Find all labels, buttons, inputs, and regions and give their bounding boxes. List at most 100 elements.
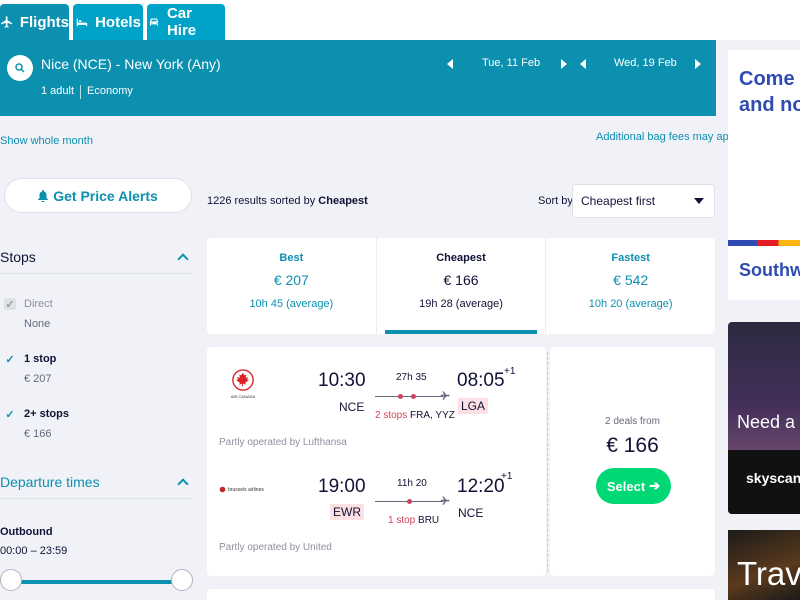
car-icon [149, 18, 159, 26]
results-count: 1226 results sorted by Cheapest [207, 195, 368, 207]
operated-by: Partly operated by Lufthansa [219, 437, 347, 448]
depart-airport: NCE [339, 400, 365, 414]
itinerary-price: € 166 [606, 434, 659, 457]
price-alerts-label: Get Price Alerts [53, 187, 158, 204]
depart-time: 10:30 [318, 370, 366, 391]
stops-info: 1 stop BRU [388, 515, 439, 526]
ad-headline-line2: and non [739, 94, 800, 116]
sort-tab-title: Fastest [611, 252, 650, 264]
passenger-cabin[interactable]: 1 adult Economy [41, 85, 133, 99]
sort-tab-title: Best [279, 252, 304, 264]
itinerary-price-panel [550, 347, 715, 576]
departure-times-header[interactable]: Departure times [0, 474, 193, 499]
tab-label: Car Hire [166, 5, 197, 39]
option-label: 2+ stops [24, 408, 69, 420]
sort-tab-price: € 166 [443, 272, 479, 288]
select-label: Select [606, 478, 646, 494]
stops-option-1-stop[interactable]: ✓ 1 stop € 207 [4, 353, 56, 385]
chevron-up-icon[interactable] [177, 478, 189, 490]
bell-icon [38, 189, 49, 202]
tab-hotels[interactable]: Hotels [73, 4, 143, 40]
return-date[interactable]: Wed, 19 Feb [614, 57, 677, 69]
divider [80, 85, 82, 99]
airline-name: AIR CANADA [230, 394, 256, 399]
air-canada-logo: AIR CANADA [226, 369, 260, 399]
sort-tab-fastest[interactable]: Fastest € 542 10h 20 (average) [546, 238, 715, 334]
next-itinerary-card[interactable] [207, 589, 715, 600]
depart-time: 19:00 [318, 476, 366, 497]
arrive-airport: LGA [458, 398, 489, 414]
ad-headline: Come ba and non [739, 66, 800, 118]
operated-by: Partly operated by United [219, 542, 332, 553]
plane-icon [1, 16, 13, 28]
sort-tab-price: € 207 [273, 272, 309, 288]
sort-tab-duration: 10h 45 (average) [249, 298, 334, 310]
route-text[interactable]: Nice (NCE) - New York (Any) [41, 56, 221, 72]
search-summary-bar[interactable]: Nice (NCE) - New York (Any) 1 adult Econ… [0, 40, 716, 116]
outbound-label: Outbound [0, 526, 53, 538]
tab-car-hire[interactable]: Car Hire [147, 4, 225, 40]
departure-times-title: Departure times [0, 474, 100, 490]
slider-handle-end[interactable] [171, 569, 193, 591]
stops-option-2-plus[interactable]: ✓ 2+ stops € 166 [4, 408, 69, 440]
depart-airport: EWR [330, 504, 364, 520]
stops-via: FRA, YYZ [410, 410, 455, 421]
sort-tab-best[interactable]: Best € 207 10h 45 (average) [207, 238, 377, 334]
arrive-time: 12:20 [457, 476, 505, 497]
ad-headline-line1: Come ba [739, 68, 800, 90]
prev-return-date-icon[interactable] [580, 59, 586, 69]
sort-tab-title: Cheapest [436, 252, 486, 264]
sort-tab-duration: 10h 20 (average) [588, 298, 673, 310]
search-icon[interactable] [7, 55, 33, 81]
option-price: € 166 [24, 428, 52, 440]
checkbox-direct: ✓ [4, 298, 16, 311]
results-sort-name: Cheapest [318, 195, 368, 207]
brussels-airlines-logo: brussels airlines [219, 486, 264, 493]
next-depart-date-icon[interactable] [561, 59, 567, 69]
ad-brand: Southwe [739, 260, 800, 280]
stop-dot [411, 394, 416, 399]
slider-handle-start[interactable] [0, 569, 22, 591]
cabin-text: Economy [87, 85, 133, 97]
show-whole-month-link[interactable]: Show whole month [0, 135, 93, 147]
stops-info: 2 stops FRA, YYZ [375, 410, 455, 421]
sort-value: Cheapest first [581, 194, 656, 208]
prev-depart-date-icon[interactable] [447, 59, 453, 69]
brussels-logo-icon [219, 486, 226, 493]
option-price: None [24, 318, 51, 330]
plane-icon [440, 496, 450, 505]
tab-label: Hotels [95, 13, 141, 31]
price-alerts-button[interactable]: Get Price Alerts [4, 178, 192, 213]
ad-banner-southwest[interactable]: Come ba and non Southwe [728, 50, 800, 300]
option-label: Direct [24, 298, 53, 310]
bag-fees-link[interactable]: Additional bag fees may apply [596, 131, 743, 143]
sort-tab-cheapest[interactable]: Cheapest € 166 19h 28 (average) [377, 238, 547, 334]
chevron-up-icon[interactable] [177, 253, 189, 265]
depart-date[interactable]: Tue, 11 Feb [482, 57, 540, 69]
option-price: € 207 [24, 373, 52, 385]
outbound-range: 00:00 – 23:59 [0, 545, 68, 557]
checkbox-1-stop[interactable]: ✓ [4, 353, 16, 366]
stops-filter-header[interactable]: Stops [0, 249, 193, 274]
ad-text: Trave [737, 555, 800, 592]
sort-tabs: Best € 207 10h 45 (average) Cheapest € 1… [207, 238, 715, 334]
stops-count: 2 stops [375, 410, 408, 421]
passengers-text: 1 adult [41, 85, 75, 97]
tab-flights[interactable]: Flights [0, 4, 69, 40]
stops-option-direct: ✓ Direct None [4, 298, 53, 330]
arrive-time: 08:05 [457, 370, 505, 391]
ad-banner-travel[interactable]: Trave [728, 530, 800, 600]
checkbox-2-plus-stops[interactable]: ✓ [4, 408, 16, 421]
stops-title: Stops [0, 249, 36, 265]
time-slider-track[interactable] [10, 580, 182, 584]
ad-banner-skyscanner[interactable]: Need a ho skyscann [728, 322, 800, 514]
ad-footer: skyscann [728, 450, 800, 514]
option-label: 1 stop [24, 353, 57, 365]
next-return-date-icon[interactable] [695, 59, 701, 69]
deals-count: 2 deals from [604, 416, 661, 427]
stops-count: 1 stop [388, 515, 416, 526]
arrive-day-offset: +1 [501, 471, 513, 482]
plane-icon [440, 391, 450, 400]
select-button[interactable]: Select ➔ [596, 468, 671, 504]
sort-select[interactable]: Cheapest first [572, 184, 715, 218]
